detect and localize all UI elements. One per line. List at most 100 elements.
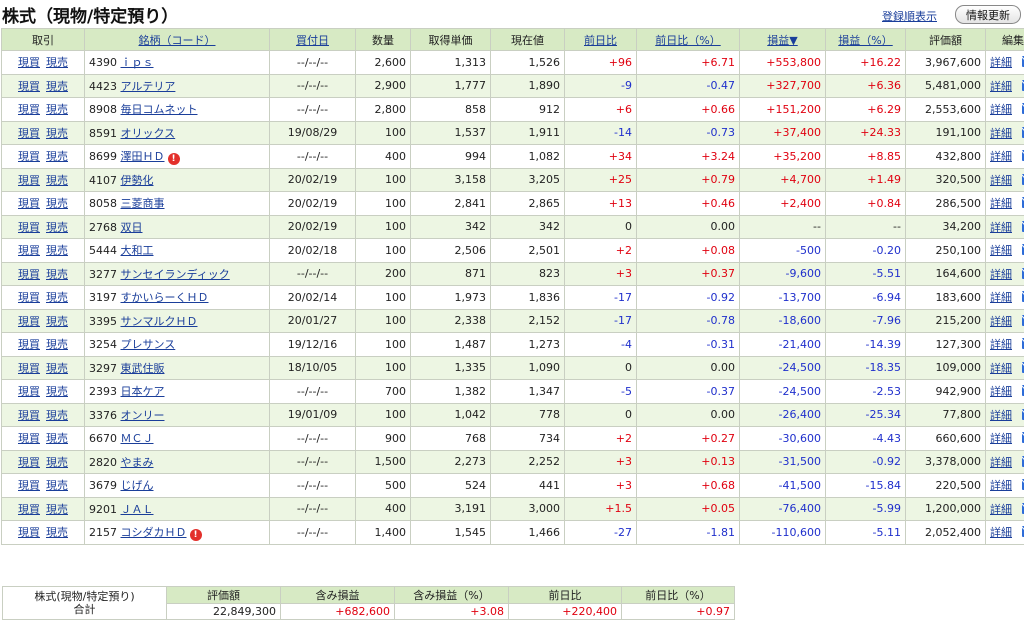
- detail-link[interactable]: 詳細: [990, 127, 1012, 140]
- sort-by-pl-pct-link[interactable]: 損益（%）: [838, 34, 892, 47]
- sell-link[interactable]: 現売: [46, 526, 68, 539]
- sell-link[interactable]: 現売: [46, 56, 68, 69]
- stock-name-link[interactable]: すかいらーくＨＤ: [121, 291, 209, 304]
- col-header-kaitsukebi[interactable]: 買付日: [269, 28, 356, 51]
- sell-link[interactable]: 現売: [46, 244, 68, 257]
- stock-name-link[interactable]: 毎日コムネット: [121, 103, 198, 116]
- sell-link[interactable]: 現売: [46, 197, 68, 210]
- col-header-soneki[interactable]: 損益▼: [739, 28, 826, 51]
- detail-link[interactable]: 詳細: [990, 56, 1012, 69]
- detail-link[interactable]: 詳細: [990, 362, 1012, 375]
- buy-link[interactable]: 現買: [18, 244, 40, 257]
- sell-link[interactable]: 現売: [46, 174, 68, 187]
- detail-link[interactable]: 詳細: [990, 103, 1012, 116]
- buy-link[interactable]: 現買: [18, 268, 40, 281]
- detail-link[interactable]: 詳細: [990, 244, 1012, 257]
- buy-link[interactable]: 現買: [18, 197, 40, 210]
- stock-name-link[interactable]: プレサンス: [121, 338, 176, 351]
- stock-name-link[interactable]: じげん: [121, 479, 154, 492]
- sell-link[interactable]: 現売: [46, 221, 68, 234]
- refresh-button[interactable]: 情報更新: [955, 5, 1021, 24]
- detail-link[interactable]: 詳細: [990, 174, 1012, 187]
- sell-link[interactable]: 現売: [46, 456, 68, 469]
- detail-link[interactable]: 詳細: [990, 291, 1012, 304]
- detail-link[interactable]: 詳細: [990, 409, 1012, 422]
- sell-link[interactable]: 現売: [46, 103, 68, 116]
- sort-by-name-link[interactable]: 銘柄（コード）: [139, 34, 216, 47]
- stock-name-link[interactable]: アルテリア: [121, 80, 176, 93]
- stock-name-link[interactable]: 東武住販: [121, 362, 165, 375]
- buy-link[interactable]: 現買: [18, 315, 40, 328]
- sell-link[interactable]: 現売: [46, 362, 68, 375]
- detail-link[interactable]: 詳細: [990, 268, 1012, 281]
- buy-link[interactable]: 現買: [18, 362, 40, 375]
- detail-link[interactable]: 詳細: [990, 80, 1012, 93]
- detail-link[interactable]: 詳細: [990, 432, 1012, 445]
- detail-link[interactable]: 詳細: [990, 526, 1012, 539]
- sort-by-date-link[interactable]: 買付日: [296, 34, 329, 47]
- buy-link[interactable]: 現買: [18, 103, 40, 116]
- stock-name-link[interactable]: サンマルクＨＤ: [121, 315, 198, 328]
- sell-link[interactable]: 現売: [46, 479, 68, 492]
- alert-icon[interactable]: !: [167, 152, 180, 165]
- detail-link[interactable]: 詳細: [990, 456, 1012, 469]
- sell-link[interactable]: 現売: [46, 432, 68, 445]
- buy-link[interactable]: 現買: [18, 385, 40, 398]
- stock-name-link[interactable]: 日本ケア: [121, 385, 165, 398]
- buy-link[interactable]: 現買: [18, 409, 40, 422]
- col-header-meigara[interactable]: 銘柄（コード）: [84, 28, 270, 51]
- detail-link[interactable]: 詳細: [990, 150, 1012, 163]
- stock-name-link[interactable]: サンセイランディック: [121, 268, 230, 281]
- stock-name-link[interactable]: ＪＡＬ: [121, 503, 154, 516]
- buy-link[interactable]: 現買: [18, 526, 40, 539]
- buy-link[interactable]: 現買: [18, 338, 40, 351]
- stock-name-link[interactable]: ｉｐｓ: [121, 56, 154, 69]
- detail-link[interactable]: 詳細: [990, 503, 1012, 516]
- detail-link[interactable]: 詳細: [990, 479, 1012, 492]
- sell-link[interactable]: 現売: [46, 268, 68, 281]
- buy-link[interactable]: 現買: [18, 456, 40, 469]
- sell-link[interactable]: 現売: [46, 338, 68, 351]
- buy-link[interactable]: 現買: [18, 221, 40, 234]
- buy-link[interactable]: 現買: [18, 56, 40, 69]
- sell-link[interactable]: 現売: [46, 291, 68, 304]
- buy-link[interactable]: 現買: [18, 174, 40, 187]
- stock-name-link[interactable]: コシダカＨＤ: [121, 526, 187, 539]
- buy-link[interactable]: 現買: [18, 479, 40, 492]
- detail-link[interactable]: 詳細: [990, 315, 1012, 328]
- buy-link[interactable]: 現買: [18, 503, 40, 516]
- stock-name-link[interactable]: オンリー: [121, 409, 165, 422]
- sell-link[interactable]: 現売: [46, 409, 68, 422]
- detail-link[interactable]: 詳細: [990, 197, 1012, 210]
- alert-icon[interactable]: !: [189, 528, 202, 541]
- stock-name-link[interactable]: やまみ: [121, 456, 154, 469]
- stock-name-link[interactable]: 双日: [121, 221, 143, 234]
- col-header-zenjitsuhi[interactable]: 前日比: [564, 28, 637, 51]
- sell-link[interactable]: 現売: [46, 80, 68, 93]
- detail-link[interactable]: 詳細: [990, 338, 1012, 351]
- sort-by-change-pct-link[interactable]: 前日比（%）: [655, 34, 720, 47]
- stock-name-link[interactable]: 伊勢化: [121, 174, 154, 187]
- detail-link[interactable]: 詳細: [990, 221, 1012, 234]
- sell-link[interactable]: 現売: [46, 150, 68, 163]
- buy-link[interactable]: 現買: [18, 432, 40, 445]
- sort-order-link[interactable]: 登録順表示: [882, 8, 937, 24]
- sort-by-change-link[interactable]: 前日比: [584, 34, 617, 47]
- buy-link[interactable]: 現買: [18, 291, 40, 304]
- buy-link[interactable]: 現買: [18, 150, 40, 163]
- sell-link[interactable]: 現売: [46, 503, 68, 516]
- stock-name-link[interactable]: ＭＣＪ: [121, 432, 154, 445]
- buy-link[interactable]: 現買: [18, 127, 40, 140]
- buy-link[interactable]: 現買: [18, 80, 40, 93]
- sort-by-pl-link[interactable]: 損益▼: [767, 34, 797, 47]
- stock-name-link[interactable]: 大和工: [121, 244, 154, 257]
- sell-link[interactable]: 現売: [46, 127, 68, 140]
- sell-link[interactable]: 現売: [46, 385, 68, 398]
- col-header-zenjitsuhi-pct[interactable]: 前日比（%）: [636, 28, 740, 51]
- stock-name-link[interactable]: 三菱商事: [121, 197, 165, 210]
- stock-name-link[interactable]: オリックス: [121, 127, 176, 140]
- detail-link[interactable]: 詳細: [990, 385, 1012, 398]
- stock-name-link[interactable]: 澤田ＨＤ: [121, 150, 165, 163]
- sell-link[interactable]: 現売: [46, 315, 68, 328]
- col-header-soneki-pct[interactable]: 損益（%）: [825, 28, 906, 51]
